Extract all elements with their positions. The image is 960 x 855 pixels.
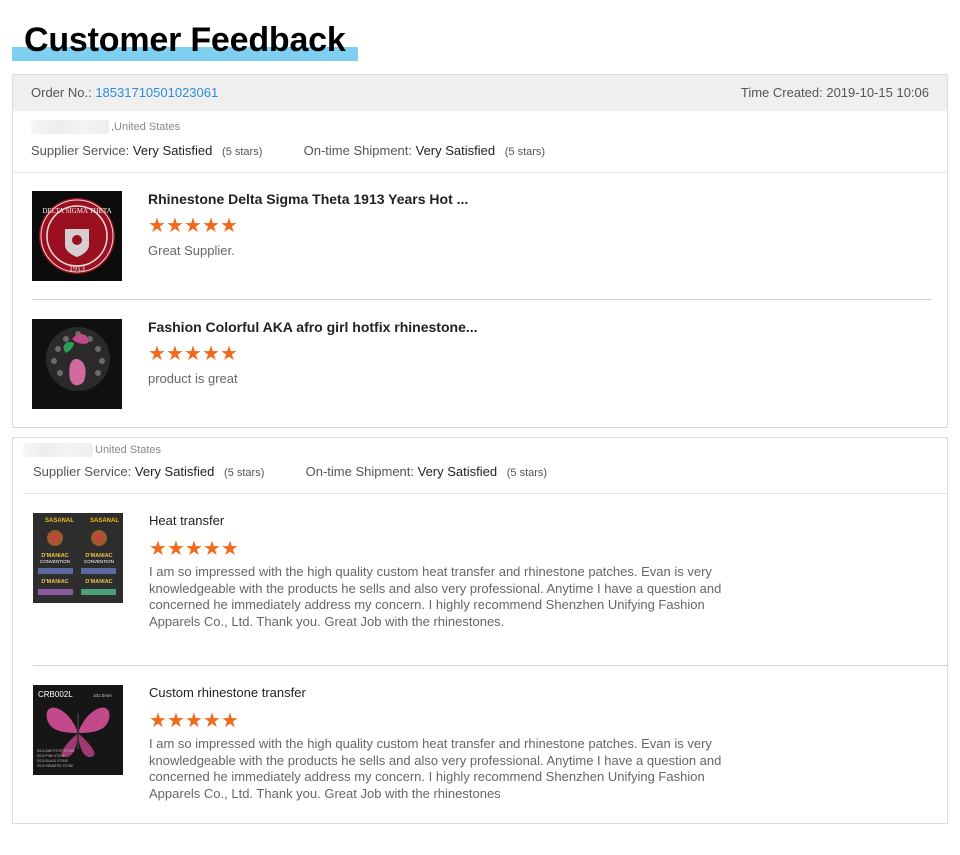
list-item: Fashion Colorful AKA afro girl hotfix rh…: [32, 319, 912, 411]
review-text: I am so impressed with the high quality …: [149, 564, 722, 629]
page-title-wrap: Customer Feedback: [12, 20, 358, 62]
divider: [13, 172, 947, 173]
star-icon: ★: [184, 215, 202, 237]
divider: [32, 299, 931, 300]
star-icon: ★: [184, 343, 202, 365]
review-text: I am so impressed with the high quality …: [149, 736, 722, 801]
star-icon: ★: [185, 538, 203, 560]
product-title[interactable]: Fashion Colorful AKA afro girl hotfix rh…: [148, 319, 478, 335]
star-icon: ★: [166, 343, 184, 365]
thumb-text: CONVENTION: [84, 559, 114, 564]
star-icon: ★: [220, 343, 238, 365]
product-title[interactable]: Rhinestone Delta Sigma Theta 1913 Years …: [148, 191, 468, 207]
star-icon: ★: [221, 710, 239, 732]
list-item: SASANAL SASANAL D'MANIAC D'MANIAC CONVEN…: [33, 513, 933, 643]
feedback-card: United States Supplier Service: Very Sat…: [12, 437, 949, 824]
feedback-card: Order No.: 18531710501023061 Time Create…: [12, 74, 948, 428]
thumb-text: D'MANIAC: [41, 579, 68, 585]
buyer-info: United States: [23, 443, 161, 457]
shipment-value: Very Satisfied: [415, 143, 496, 158]
product-thumbnail[interactable]: SASANAL SASANAL D'MANIAC D'MANIAC CONVEN…: [33, 513, 123, 603]
star-rating: ★★★★★: [148, 343, 238, 365]
star-icon: ★: [167, 538, 185, 560]
star-icon: ★: [203, 538, 221, 560]
thumb-code: CRB002L: [38, 690, 73, 699]
order-number: Order No.: 18531710501023061: [31, 85, 218, 100]
star-icon: ★: [166, 215, 184, 237]
product-thumbnail[interactable]: [32, 319, 122, 409]
star-icon: ★: [148, 343, 166, 365]
product-thumbnail[interactable]: DELTA SIGMA THETA 1913: [32, 191, 122, 281]
star-icon: ★: [167, 710, 185, 732]
thumb-legend: SS10 HEMATITE STONE: [37, 764, 73, 768]
buyer-info: ,United States: [31, 120, 180, 134]
review-text: product is great: [148, 371, 238, 386]
product-title[interactable]: Heat transfer: [149, 513, 224, 528]
star-icon: ★: [149, 538, 167, 560]
seller-ratings: Supplier Service: Very Satisfied (5 star…: [33, 464, 547, 479]
star-icon: ★: [203, 710, 221, 732]
supplier-service-label: Supplier Service:: [33, 464, 132, 479]
time-created: Time Created: 2019-10-15 10:06: [740, 85, 929, 100]
thumb-text: D'MANIAC: [85, 579, 112, 585]
supplier-service-stars: (5 stars): [224, 467, 265, 479]
supplier-service-label: Supplier Service:: [31, 143, 130, 158]
order-label: Order No.:: [31, 85, 92, 100]
blurred-buyer-name: [23, 443, 93, 457]
thumb-legend: SS10 BLACK STONE: [37, 759, 68, 763]
thumb-year: 1913: [69, 264, 85, 273]
star-icon: ★: [185, 710, 203, 732]
star-icon: ★: [220, 215, 238, 237]
star-rating: ★★★★★: [149, 710, 239, 732]
thumb-brand: SASANAL: [90, 518, 119, 524]
list-item: CRB002L 101.0mm SS10 AMETHYST STONE SS10…: [33, 685, 933, 815]
star-icon: ★: [202, 215, 220, 237]
star-rating: ★★★★★: [149, 538, 239, 560]
shipment-label: On-time Shipment:: [305, 464, 414, 479]
thumb-legend: SS10 PINK STONE: [37, 754, 65, 758]
product-title[interactable]: Custom rhinestone transfer: [149, 685, 306, 700]
star-icon: ★: [148, 215, 166, 237]
thumb-text: DELTA SIGMA THETA: [42, 207, 111, 215]
divider: [23, 493, 947, 494]
star-icon: ★: [221, 538, 239, 560]
shipment-stars: (5 stars): [506, 467, 548, 479]
thumb-brand: SASANAL: [45, 518, 74, 524]
shipment-stars: (5 stars): [504, 146, 546, 158]
list-item: DELTA SIGMA THETA 1913 Rhinestone Delta …: [32, 191, 912, 283]
star-icon: ★: [149, 710, 167, 732]
shipment-value: Very Satisfied: [417, 464, 498, 479]
thumb-text: CONVENTION: [40, 559, 70, 564]
buyer-country: United States: [95, 443, 162, 456]
review-text: Great Supplier.: [148, 243, 235, 258]
star-rating: ★★★★★: [148, 215, 238, 237]
blurred-buyer-name: [31, 120, 109, 134]
shipment-label: On-time Shipment:: [303, 143, 412, 158]
order-number-link[interactable]: 18531710501023061: [95, 85, 218, 100]
seller-ratings: Supplier Service: Very Satisfied (5 star…: [31, 143, 545, 158]
thumb-size: 101.0mm: [93, 693, 112, 698]
star-icon: ★: [202, 343, 220, 365]
supplier-service-value: Very Satisfied: [132, 143, 213, 158]
buyer-country: ,United States: [111, 120, 181, 133]
product-thumbnail[interactable]: CRB002L 101.0mm SS10 AMETHYST STONE SS10…: [33, 685, 123, 775]
order-bar: Order No.: 18531710501023061 Time Create…: [13, 75, 947, 111]
supplier-service-value: Very Satisfied: [134, 464, 215, 479]
divider: [33, 665, 949, 666]
supplier-service-stars: (5 stars): [222, 146, 263, 158]
page-title: Customer Feedback: [24, 21, 346, 59]
thumb-legend: SS10 AMETHYST STONE: [37, 749, 75, 753]
